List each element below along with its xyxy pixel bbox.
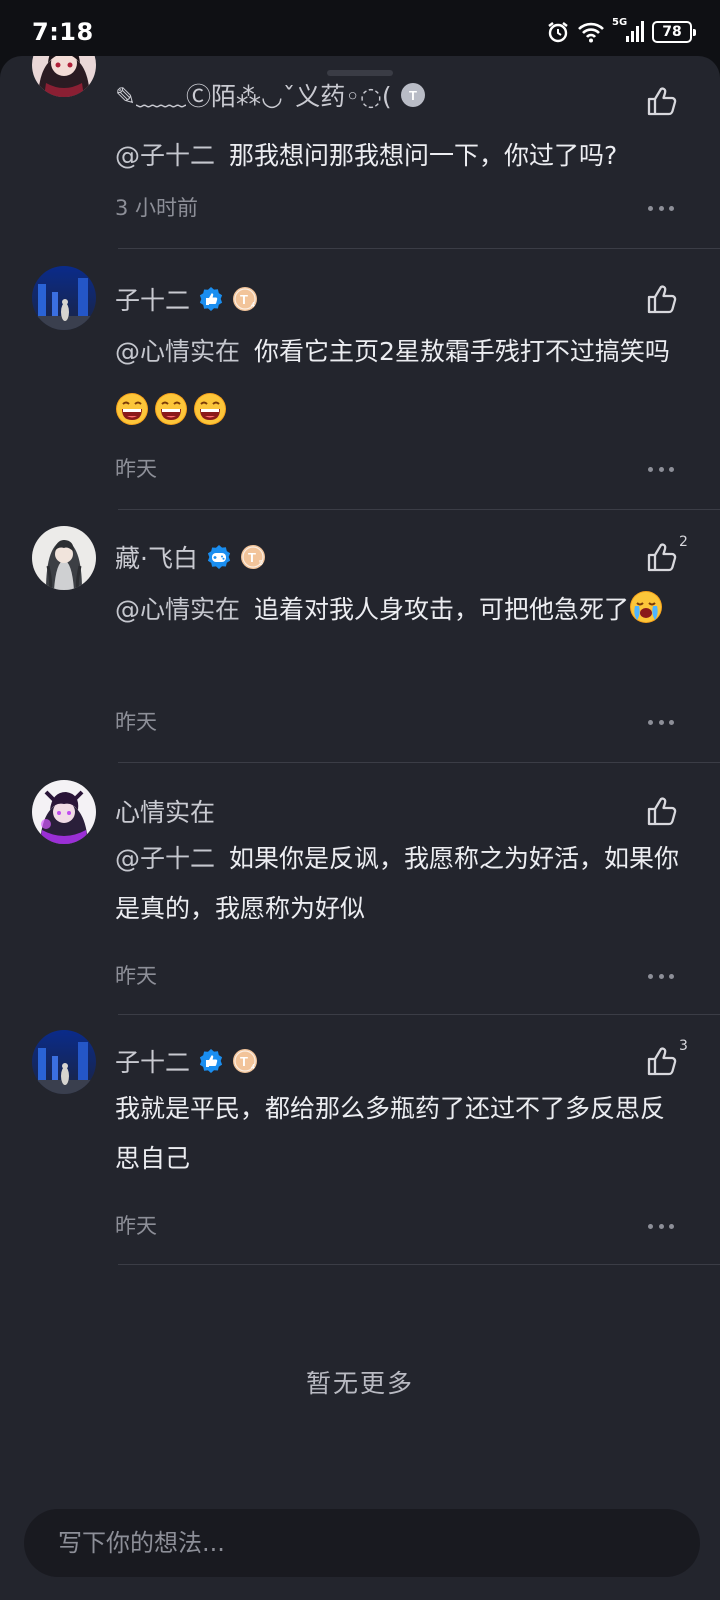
divider (118, 248, 720, 249)
wifi-icon (578, 21, 604, 43)
mention-link[interactable]: @心情实在 (115, 337, 240, 366)
level-badge-icon: T5 (240, 544, 266, 570)
level-badge-icon: T4 (232, 286, 258, 312)
like-button[interactable] (645, 282, 679, 316)
comment-time: 昨天 (115, 1214, 157, 1238)
battery-indicator: 78 (652, 21, 696, 43)
comment-input[interactable] (24, 1509, 700, 1577)
comment-time: 3 小时前 (115, 196, 199, 220)
avatar[interactable] (32, 56, 96, 97)
mention-link[interactable]: @心情实在 (115, 595, 240, 624)
svg-text:4: 4 (251, 1064, 255, 1071)
like-count: 2 (679, 534, 688, 550)
crying-emoji-icon (629, 590, 663, 624)
commenter-name[interactable]: 子十二 (115, 1043, 190, 1079)
comment-time: 昨天 (115, 964, 157, 988)
verified-like-badge-icon (198, 286, 224, 312)
svg-text:T: T (248, 550, 256, 565)
status-icons: 5G 78 (546, 17, 696, 46)
comment-input-bar[interactable] (24, 1509, 700, 1577)
avatar[interactable] (32, 526, 96, 590)
commenter-name[interactable]: ✎﹏﹏Ⓒ陌⁂◡ˇ义药◦◌( (115, 77, 392, 113)
commenter-row: 子十二 T4 (115, 282, 258, 316)
svg-text:T: T (240, 292, 248, 307)
more-options-button[interactable] (648, 1222, 674, 1230)
cellular-icon: 5G (612, 17, 644, 44)
commenter-name[interactable]: 心情实在 (115, 793, 215, 829)
status-bar: 7:18 5G 78 (0, 0, 720, 62)
comment-item: 藏·飞白 T5 2 @心情实在 追着对我人身攻击，可把他急死了 昨天 (0, 526, 720, 780)
comment-item: 子十二 T4 @心情实在 你看它主页2星敖霜手残打不过搞笑吗 昨天 (0, 266, 720, 526)
like-button[interactable] (645, 794, 679, 828)
comment-body: 我就是平民，都给那么多瓶药了还过不了多反思反思自己 (115, 1094, 666, 1173)
like-button[interactable] (645, 84, 679, 118)
comment-item: ✎﹏﹏Ⓒ陌⁂◡ˇ义药◦◌( T @子十二 那我想问那我想问一下，你过了吗? 3 小… (0, 56, 720, 249)
commenter-row: 藏·飞白 T5 (115, 540, 266, 574)
commenter-name[interactable]: 子十二 (115, 281, 190, 317)
status-time: 7:18 (32, 18, 94, 46)
mention-link[interactable]: @子十二 (115, 141, 215, 170)
verified-like-badge-icon (198, 1048, 224, 1074)
comment-text: @子十二 如果你是反讽，我愿称之为好活，如果你是真的，我愿称为好似 (115, 834, 690, 934)
comment-body: 追着对我人身攻击，可把他急死了 (254, 595, 630, 624)
svg-text:5: 5 (259, 560, 263, 567)
avatar[interactable] (32, 780, 96, 844)
comment-text: @心情实在 追着对我人身攻击，可把他急死了 (115, 580, 685, 640)
more-options-button[interactable] (648, 972, 674, 980)
network-type-label: 5G (612, 17, 628, 28)
avatar[interactable] (32, 266, 96, 330)
divider (118, 509, 720, 510)
comments-sheet: ✎﹏﹏Ⓒ陌⁂◡ˇ义药◦◌( T @子十二 那我想问那我想问一下，你过了吗? 3 小… (0, 56, 720, 1600)
svg-text:T: T (240, 1054, 248, 1069)
svg-text:T: T (409, 88, 417, 103)
like-count: 3 (679, 1038, 688, 1054)
commenter-row: 子十二 T4 (115, 1044, 258, 1078)
comment-text: @子十二 那我想问那我想问一下，你过了吗? (115, 126, 695, 186)
comment-time: 昨天 (115, 457, 157, 481)
comment-item: 心情实在 @子十二 如果你是反讽，我愿称之为好活，如果你是真的，我愿称为好似 昨天 (0, 780, 720, 1030)
grin-emoji-icon (193, 392, 227, 426)
level-badge-icon: T4 (232, 1048, 258, 1074)
like-button[interactable] (645, 540, 679, 574)
level-badge-icon: T (400, 82, 426, 108)
gamepad-badge-icon (206, 544, 232, 570)
divider (118, 762, 720, 763)
alarm-icon (546, 20, 570, 44)
comment-item: 子十二 T4 3 我就是平民，都给那么多瓶药了还过不了多反思反思自己 昨天 (0, 1030, 720, 1290)
divider (118, 1264, 720, 1265)
divider (118, 1014, 720, 1015)
comment-body: 那我想问那我想问一下，你过了吗? (229, 141, 618, 170)
more-options-button[interactable] (648, 465, 674, 473)
more-options-button[interactable] (648, 718, 674, 726)
comment-body: 你看它主页2星敖霜手残打不过搞笑吗 (254, 337, 670, 366)
grin-emoji-icon (115, 392, 149, 426)
commenter-name[interactable]: 藏·飞白 (115, 539, 198, 575)
avatar[interactable] (32, 1030, 96, 1094)
mention-link[interactable]: @子十二 (115, 844, 215, 873)
commenter-row: 心情实在 (115, 794, 215, 828)
comment-time: 昨天 (115, 710, 157, 734)
grin-emoji-icon (154, 392, 188, 426)
like-button[interactable] (645, 1044, 679, 1078)
more-options-button[interactable] (648, 204, 674, 212)
comment-text: 我就是平民，都给那么多瓶药了还过不了多反思反思自己 (115, 1084, 685, 1184)
comment-text: @心情实在 你看它主页2星敖霜手残打不过搞笑吗 (115, 322, 675, 442)
commenter-row: ✎﹏﹏Ⓒ陌⁂◡ˇ义药◦◌( T (115, 78, 426, 112)
svg-text:4: 4 (251, 302, 255, 309)
no-more-label: 暂无更多 (305, 1369, 414, 1398)
